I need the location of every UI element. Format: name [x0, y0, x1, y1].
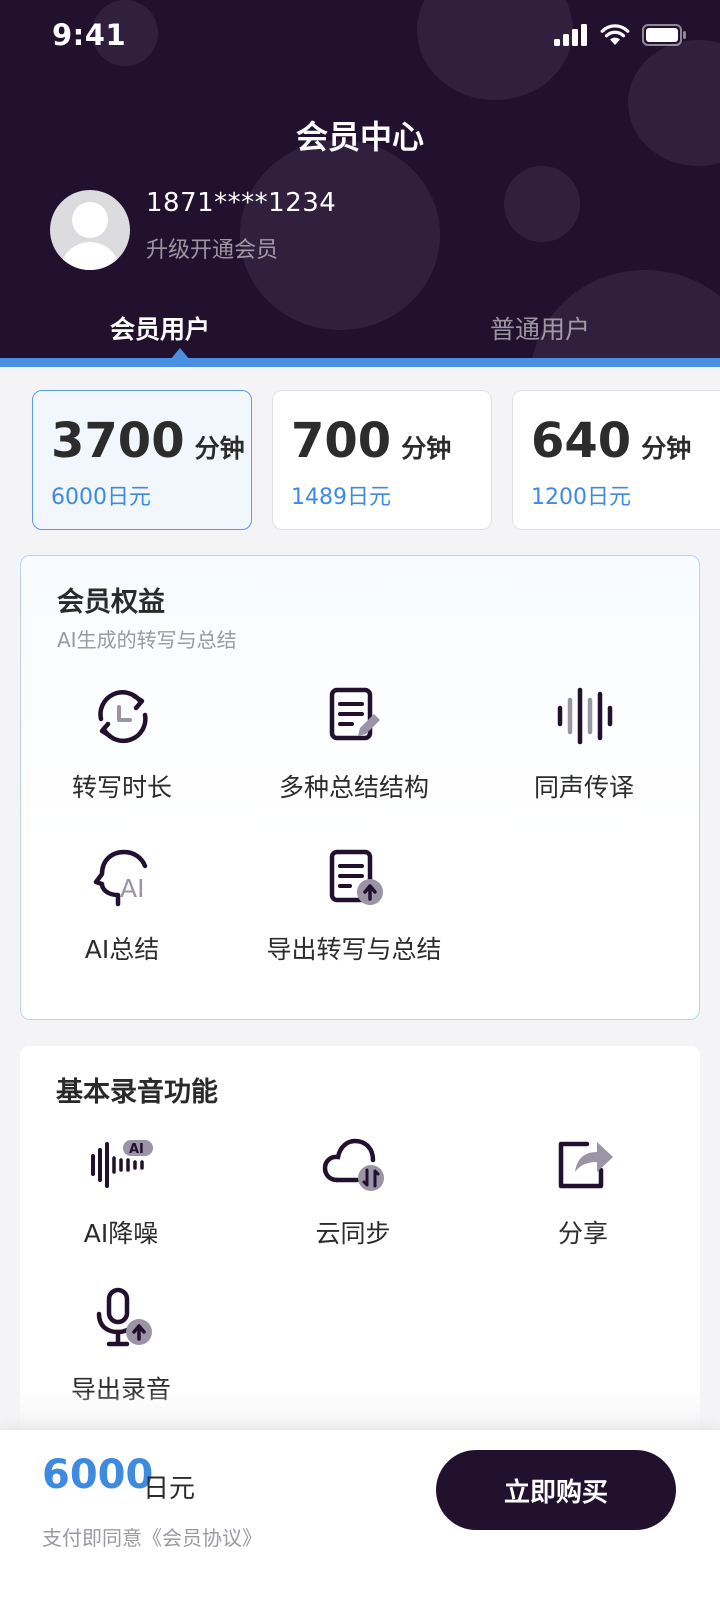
avatar[interactable]	[50, 190, 130, 270]
plan-options: 3700 分钟 6000日元 700 分钟 1489日元 640 分钟 1200日元	[0, 390, 720, 530]
user-phone-number: 1871****1234	[146, 188, 337, 218]
member-header: 9:41 会员中心 1871****1234 升级开通会员 会员用户 普通用户	[0, 0, 720, 358]
benefits-title: 会员权益	[57, 587, 165, 618]
plan-minutes: 640 分钟	[531, 413, 692, 469]
clock-refresh-icon	[98, 690, 148, 744]
benefit-label: 同声传译	[533, 773, 634, 802]
status-time: 9:41	[52, 18, 127, 52]
upgrade-membership-link[interactable]: 升级开通会员	[146, 232, 278, 264]
plan-card-640[interactable]: 640 分钟 1200日元	[512, 390, 720, 530]
wifi-icon	[600, 24, 630, 45]
plan-card-700[interactable]: 700 分钟 1489日元	[272, 390, 492, 530]
status-bar: 9:41	[0, 0, 720, 72]
benefit-transcription-duration: 转写时长	[9, 684, 235, 804]
tab-regular-user[interactable]: 普通用户	[490, 310, 590, 346]
feature-label: AI降噪	[83, 1219, 159, 1248]
document-export-icon	[329, 849, 383, 905]
status-icons	[554, 24, 688, 46]
tab-underline-bar	[0, 358, 720, 367]
decor-bubble	[504, 166, 580, 242]
membership-agreement-link[interactable]: 支付即同意《会员协议》	[42, 1522, 262, 1551]
soundwave-icon	[557, 687, 613, 745]
document-edit-icon	[329, 687, 380, 741]
purchase-footer: 6000 日元 支付即同意《会员协议》 立即购买	[0, 1430, 720, 1600]
signal-icon	[554, 24, 587, 46]
benefit-ai-summary: AI AI总结	[9, 846, 235, 966]
basic-recording-card: 基本录音功能 AI AI降噪 云同步 分享	[20, 1046, 700, 1446]
feature-label: 分享	[557, 1219, 608, 1248]
battery-icon	[642, 24, 686, 46]
benefit-summary-structures: 多种总结结构	[241, 684, 467, 804]
price-currency: 日元	[143, 1474, 196, 1504]
plan-price: 6000日元	[51, 485, 151, 510]
tab-member-user[interactable]: 会员用户	[110, 310, 210, 346]
basic-features-title: 基本录音功能	[56, 1077, 218, 1108]
benefits-subtitle: AI生成的转写与总结	[57, 628, 237, 652]
page-title: 会员中心	[295, 118, 424, 156]
buy-now-button[interactable]: 立即购买	[436, 1450, 676, 1530]
benefit-label: 多种总结结构	[278, 773, 429, 802]
scroll-fade	[0, 1390, 720, 1430]
benefit-simultaneous-interpretation: 同声传译	[471, 684, 697, 804]
plan-minutes: 700 分钟	[291, 413, 452, 469]
feature-label: 云同步	[315, 1219, 391, 1248]
share-icon	[558, 1141, 613, 1189]
feature-share: 分享	[470, 1130, 696, 1250]
benefit-label: AI总结	[84, 935, 160, 964]
feature-export-recording: 导出录音	[8, 1286, 234, 1406]
feature-cloud-sync: 云同步	[240, 1130, 466, 1250]
ai-head-icon: AI	[93, 849, 148, 907]
plan-price: 1200日元	[531, 485, 631, 510]
feature-ai-noise-reduction: AI AI降噪	[8, 1130, 234, 1250]
active-tab-indicator	[170, 348, 190, 358]
total-price: 6000	[42, 1452, 154, 1498]
benefit-label: 导出转写与总结	[266, 935, 442, 964]
plan-minutes: 3700 分钟	[51, 413, 245, 469]
cloud-sync-icon	[322, 1138, 384, 1191]
svg-text:AI: AI	[120, 874, 144, 903]
microphone-export-icon	[96, 1287, 152, 1347]
plan-card-3700[interactable]: 3700 分钟 6000日元	[32, 390, 252, 530]
plan-price: 1489日元	[291, 485, 391, 510]
ai-noise-reduction-icon: AI	[91, 1140, 153, 1188]
benefit-export-transcript-summary: 导出转写与总结	[241, 846, 467, 966]
svg-text:AI: AI	[129, 1142, 144, 1157]
benefit-label: 转写时长	[71, 773, 172, 802]
member-benefits-card: 会员权益 AI生成的转写与总结 转写时长 多种总结结构 同声传译 AI AI总结…	[20, 555, 700, 1020]
